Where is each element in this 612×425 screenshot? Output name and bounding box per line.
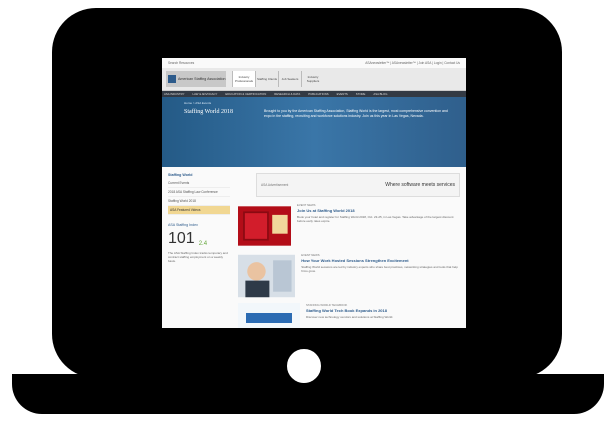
- news-card[interactable]: EVENT NEWS How Your Work Hosted Sessions…: [238, 253, 460, 299]
- vegas-card-thumbnail: [238, 206, 292, 246]
- hero-banner: Home > ASA Events Staffing World 2018 Br…: [162, 97, 466, 167]
- tab-industry-suppliers[interactable]: Industry Suppliers: [301, 71, 324, 87]
- tab-job-seekers[interactable]: Job Seekers: [278, 71, 301, 87]
- ad-message: Where software meets services: [385, 182, 455, 188]
- sidebar-item-selected[interactable]: ASA Featured Videos: [168, 206, 230, 215]
- staffing-index-note: The ASA Staffing Index tracks temporary …: [168, 251, 228, 263]
- nav-item[interactable]: EDUCATION & CERTIFICATION: [225, 92, 266, 96]
- nav-item[interactable]: RESEARCH & DATA: [274, 92, 300, 96]
- index-number: 101: [168, 230, 195, 247]
- nav-item[interactable]: PUBLICATIONS: [308, 92, 328, 96]
- news-excerpt: Book your hotel and register for Staffin…: [297, 215, 454, 223]
- brand-row: American Staffing Association Industry P…: [162, 68, 466, 91]
- logo-mark-icon: [168, 75, 176, 83]
- main-column: ASA Advertisement Where software meets s…: [238, 173, 460, 328]
- news-meta: EVENT NEWS: [297, 203, 316, 207]
- logo-text: American Staffing Association: [178, 77, 226, 81]
- browser-viewport: Search Resources ASAnewsletter™ | ASAnew…: [162, 58, 466, 328]
- news-meta: STAFFING WORLD TECHBOOK: [306, 303, 348, 307]
- banner-ad[interactable]: ASA Advertisement Where software meets s…: [256, 173, 460, 197]
- news-list: EVENT NEWS Join Us at Staffing World 201…: [238, 203, 460, 328]
- content-area: Staffing World Current Events 2018 ASA S…: [162, 167, 466, 328]
- nav-item[interactable]: EVENTS: [337, 92, 348, 96]
- staffing-index-value: 101 2.4: [168, 230, 230, 248]
- news-title[interactable]: How Your Work Hosted Sessions Strengthen…: [301, 258, 460, 263]
- news-card[interactable]: STAFFING WORLD TECHBOOK Staffing World T…: [238, 303, 460, 328]
- sidebar: Staffing World Current Events 2018 ASA S…: [168, 173, 230, 328]
- utility-right[interactable]: ASAnewsletter™ | ASAnewsletter™ | Join A…: [365, 61, 460, 65]
- sidebar-item[interactable]: Current Events: [168, 179, 230, 188]
- nav-item[interactable]: ASA INDUSTRY: [164, 92, 184, 96]
- laptop-camera-dot: [284, 346, 324, 386]
- breadcrumb[interactable]: Home > ASA Events: [184, 101, 211, 105]
- news-excerpt: Discover new technology vendors and solu…: [306, 315, 394, 319]
- nav-item[interactable]: ASA BLOG: [373, 92, 387, 96]
- sidebar-item[interactable]: Staffing World 2018: [168, 197, 230, 206]
- sidebar-item[interactable]: 2018 ASA Staffing Law Conference: [168, 188, 230, 197]
- hero-description: Brought to you by the American Staffing …: [264, 109, 448, 118]
- ad-label: ASA Advertisement: [261, 183, 289, 187]
- news-excerpt: Staffing World sessions are led by indus…: [301, 265, 458, 273]
- speaker-card-thumbnail: [238, 254, 296, 298]
- tab-staffing-clients[interactable]: Staffing Clients: [255, 71, 278, 87]
- news-title[interactable]: Staffing World Tech Book Expands in 2018: [306, 308, 393, 313]
- news-meta: EVENT NEWS: [301, 253, 320, 257]
- site-logo[interactable]: American Staffing Association: [166, 71, 226, 87]
- audience-tabs: Industry Professionals Staffing Clients …: [232, 71, 324, 87]
- nav-item[interactable]: STORE: [356, 92, 366, 96]
- staffing-index-heading: ASA Staffing Index: [168, 223, 198, 227]
- index-change: 2.4: [198, 241, 208, 247]
- utility-bar: Search Resources ASAnewsletter™ | ASAnew…: [162, 58, 466, 68]
- tab-industry-professionals[interactable]: Industry Professionals: [232, 71, 255, 87]
- sidebar-heading: Staffing World: [168, 173, 193, 177]
- news-title[interactable]: Join Us at Staffing World 2018: [297, 208, 460, 213]
- laptop-illustration: Search Resources ASAnewsletter™ | ASAnew…: [0, 0, 612, 425]
- utility-left[interactable]: Search Resources: [168, 61, 194, 65]
- news-card[interactable]: EVENT NEWS Join Us at Staffing World 201…: [238, 203, 460, 249]
- nav-item[interactable]: LAW & ADVOCACY: [192, 92, 217, 96]
- page-title: Staffing World 2018: [184, 109, 233, 115]
- techbook-card-thumbnail: [238, 303, 300, 328]
